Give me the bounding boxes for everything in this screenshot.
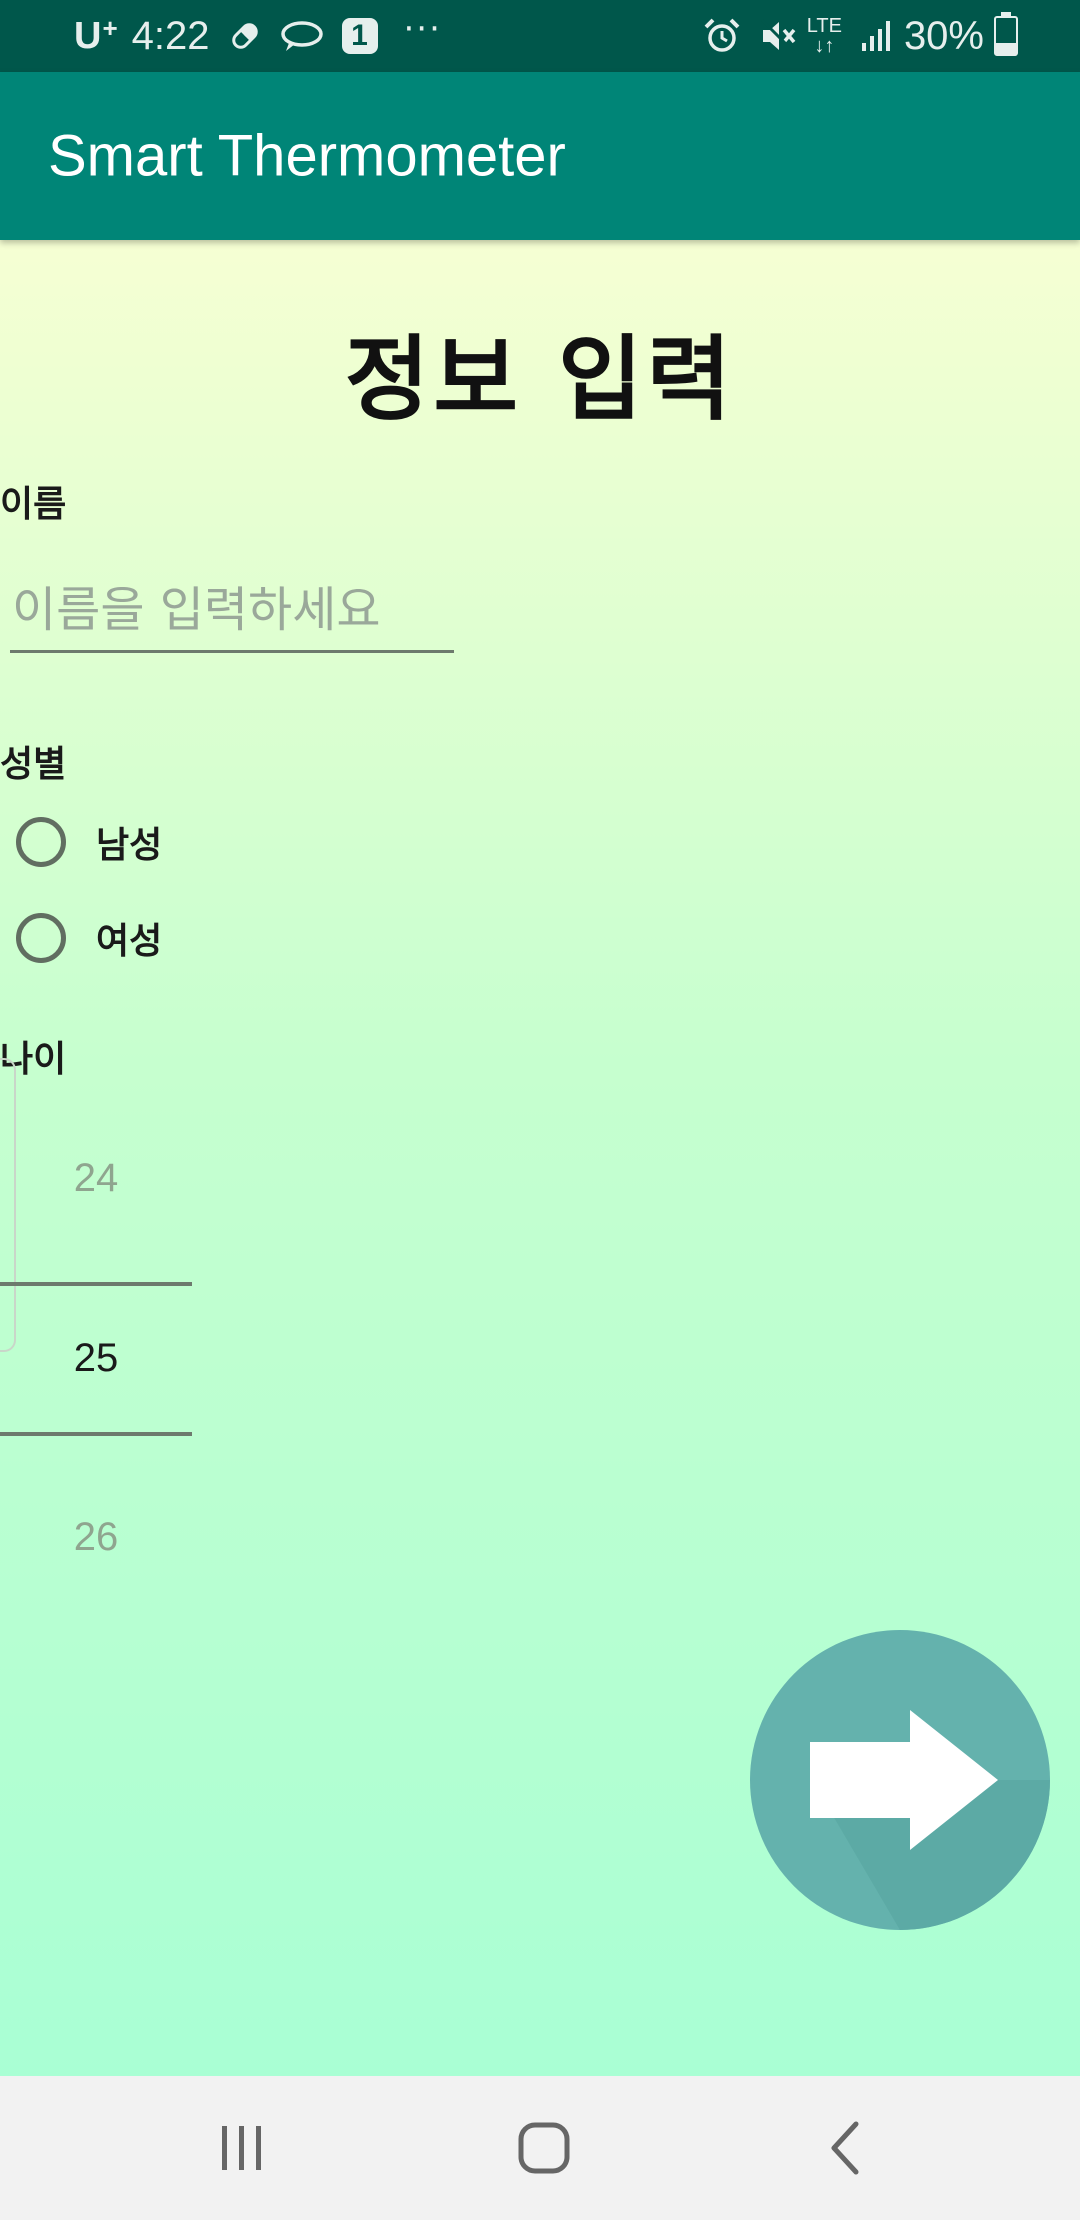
overflow-dots: ··· bbox=[403, 9, 442, 49]
lte-arrows: ↓↑ bbox=[814, 35, 835, 57]
signal-icon bbox=[860, 19, 894, 53]
lte-label: LTE bbox=[806, 15, 842, 37]
gender-option-male[interactable]: 남성 bbox=[16, 816, 162, 868]
battery-percent: 30% bbox=[903, 13, 984, 58]
home-button[interactable] bbox=[444, 2076, 644, 2220]
app-bar: Smart Thermometer bbox=[0, 72, 1080, 240]
status-bar-right: LTE ↓↑ 30% bbox=[685, 0, 1018, 72]
app-screen: U + 4:22 1 ··· LTE ↓↑ 30% Smart Thermome… bbox=[0, 0, 1080, 2220]
mute-icon bbox=[759, 17, 797, 55]
name-input[interactable] bbox=[10, 570, 454, 653]
alarm-icon bbox=[703, 17, 741, 55]
system-nav-bar bbox=[0, 2076, 1080, 2220]
carrier-label: U + bbox=[74, 15, 118, 58]
clock: 4:22 bbox=[131, 13, 210, 58]
carrier-plus: + bbox=[102, 12, 118, 43]
picker-divider-bottom bbox=[0, 1432, 192, 1436]
back-button[interactable] bbox=[746, 2076, 946, 2220]
status-bar: U + 4:22 1 ··· LTE ↓↑ 30% bbox=[0, 0, 1080, 72]
gender-label: 성별 bbox=[0, 744, 67, 785]
age-option-selected[interactable]: 25 bbox=[40, 1336, 152, 1381]
male-radio-label[interactable]: 남성 bbox=[96, 816, 162, 868]
app-title: Smart Thermometer bbox=[48, 123, 566, 189]
age-option-next[interactable]: 26 bbox=[40, 1515, 152, 1560]
status-bar-left: U + 4:22 1 ··· bbox=[74, 0, 442, 72]
female-radio-button[interactable] bbox=[16, 913, 66, 963]
battery-level-fill bbox=[996, 43, 1016, 54]
female-radio-label[interactable]: 여성 bbox=[96, 912, 162, 964]
picker-divider-top bbox=[0, 1282, 192, 1286]
notification-badge-icon: 1 bbox=[341, 18, 378, 54]
pill-icon bbox=[228, 19, 262, 53]
page-title: 정보 입력 bbox=[344, 326, 736, 433]
age-option-previous[interactable]: 24 bbox=[40, 1156, 152, 1201]
chat-bubble-icon bbox=[280, 19, 324, 53]
name-label: 이름 bbox=[0, 484, 67, 525]
age-picker-frame bbox=[0, 1058, 16, 1352]
lte-icon: LTE ↓↑ bbox=[807, 16, 842, 56]
arrow-right-icon bbox=[810, 1710, 1050, 1930]
home-icon bbox=[518, 2122, 570, 2174]
recent-apps-icon bbox=[222, 2126, 261, 2170]
gender-option-female[interactable]: 여성 bbox=[16, 912, 162, 964]
next-button[interactable] bbox=[750, 1630, 1050, 1930]
back-icon bbox=[831, 2121, 859, 2175]
battery-icon bbox=[994, 12, 1018, 56]
carrier-name: U bbox=[74, 14, 102, 57]
male-radio-button[interactable] bbox=[16, 817, 66, 867]
info-form: 정보 입력 이름 성별 남성 여성 나이 24 25 26 bbox=[0, 240, 1080, 2076]
recent-apps-button[interactable] bbox=[142, 2076, 342, 2220]
